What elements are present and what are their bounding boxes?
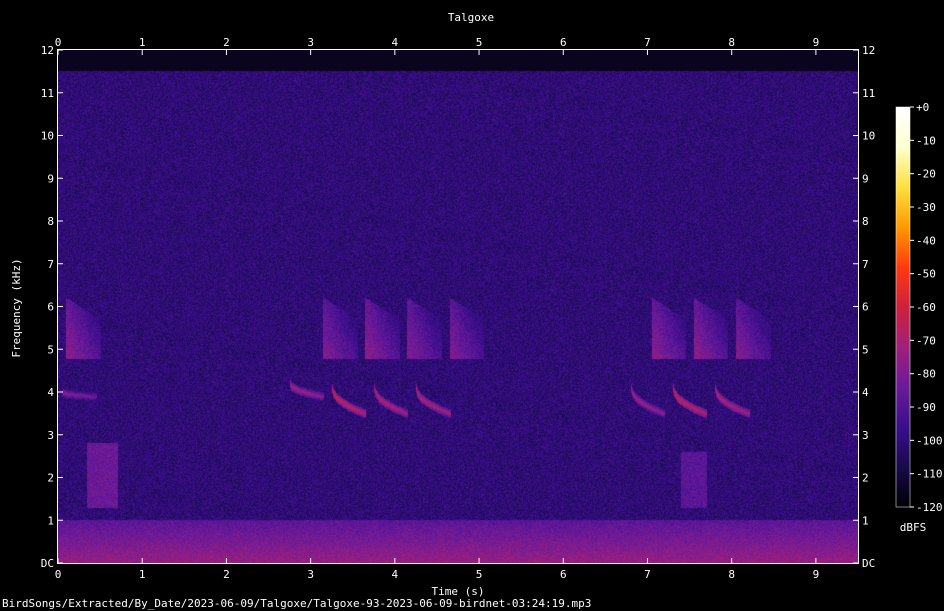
y-tick-label-right: 3 xyxy=(862,429,869,442)
colorbar-tick-label: -100 xyxy=(916,434,943,447)
y-tick-label-right: 7 xyxy=(862,258,869,271)
x-tick-label: 8 xyxy=(728,568,735,581)
colorbar-tick-label: -80 xyxy=(916,368,936,381)
x-tick-label: 9 xyxy=(813,568,820,581)
x-tick-label: 7 xyxy=(644,568,651,581)
colorbar-tick-label: -110 xyxy=(916,468,943,481)
x-tick-label: 4 xyxy=(392,568,399,581)
colorbar-tick-label: -70 xyxy=(916,334,936,347)
y-tick-label: 9 xyxy=(47,172,54,185)
x-tick-label: 0 xyxy=(55,568,62,581)
y-tick-label-right: 1 xyxy=(862,514,869,527)
plot-area xyxy=(58,50,858,563)
colorbar-tick-label: -40 xyxy=(916,234,936,247)
spectrogram-svg: 00112233445566778899DC DC1 12 23 34 45 56 67 78 8… xyxy=(10,11,943,598)
y-tick-label-right: 11 xyxy=(862,87,875,100)
colorbar-tick-label: -50 xyxy=(916,268,936,281)
y-tick-label-right: 6 xyxy=(862,301,869,314)
x-axis-label: Time (s) xyxy=(432,585,485,597)
y-tick-label: 10 xyxy=(41,130,54,143)
x-tick-label-top: 8 xyxy=(728,36,735,49)
colorbar-gradient xyxy=(895,106,911,508)
x-tick-label: 6 xyxy=(560,568,567,581)
x-tick-label: 5 xyxy=(476,568,483,581)
y-tick-label: 3 xyxy=(47,429,54,442)
y-tick-label-right: 9 xyxy=(862,172,869,185)
y-tick-label: 2 xyxy=(47,472,54,485)
y-tick-label: 1 xyxy=(47,514,54,527)
x-tick-label-top: 6 xyxy=(560,36,567,49)
y-tick-label: 7 xyxy=(47,258,54,271)
x-tick-label: 2 xyxy=(223,568,230,581)
y-tick-label: 5 xyxy=(47,343,54,356)
x-tick-label-top: 7 xyxy=(644,36,651,49)
colorbar-tick-label: -10 xyxy=(916,134,936,147)
colorbar-tick-label: -30 xyxy=(916,201,936,214)
x-tick-label-top: 5 xyxy=(476,36,483,49)
y-tick-label: 11 xyxy=(41,87,54,100)
y-tick-label: 4 xyxy=(47,386,54,399)
spectrogram-image xyxy=(58,50,858,563)
x-tick-label-top: 1 xyxy=(139,36,146,49)
y-tick-label-right: 4 xyxy=(862,386,869,399)
y-axis-label: Frequency (kHz) xyxy=(10,258,23,357)
file-path-caption: BirdSongs/Extracted/By_Date/2023-06-09/T… xyxy=(2,597,592,610)
colorbar-tick-label: -120 xyxy=(916,501,943,514)
y-tick-label-right: 12 xyxy=(862,44,875,57)
y-tick-label-right: 8 xyxy=(862,215,869,228)
colorbar-label: dBFS xyxy=(900,521,927,534)
x-tick-label-top: 3 xyxy=(307,36,314,49)
y-tick-label: 12 xyxy=(41,44,54,57)
spectrogram-chart: 0 0 1 1 2 2 3 3 4 4 5 5 6 6 7 7 8 8 9 9 DC DC 1 1 2 2 3 3 4 4 5 5 6 6 7 7 8 8… xyxy=(0,0,944,611)
y-tick-label-right: 2 xyxy=(862,472,869,485)
colorbar-tick-label: +0 xyxy=(916,101,929,114)
colorbar-tick-label: -20 xyxy=(916,168,936,181)
x-tick-label-top: 2 xyxy=(223,36,230,49)
x-tick-label-top: 0 xyxy=(55,36,62,49)
y-tick-label-right: 10 xyxy=(862,130,875,143)
colorbar-tick-label: -90 xyxy=(916,401,936,414)
x-tick-label-top: 9 xyxy=(813,36,820,49)
x-tick-label: 1 xyxy=(139,568,146,581)
colorbar-tick-label: -60 xyxy=(916,301,936,314)
y-tick-label-right: 5 xyxy=(862,343,869,356)
y-tick-label: 6 xyxy=(47,301,54,314)
x-tick-label: 3 xyxy=(307,568,314,581)
y-tick-label: DC xyxy=(41,557,54,570)
x-tick-label-top: 4 xyxy=(392,36,399,49)
y-tick-label-right: DC xyxy=(862,557,875,570)
chart-title: Talgoxe xyxy=(448,11,494,24)
colorbar: +0 -10 -20 -30 -40 -50 -60 -70 -80 -90 -100 -110 -12… xyxy=(895,101,943,514)
y-tick-label: 8 xyxy=(47,215,54,228)
